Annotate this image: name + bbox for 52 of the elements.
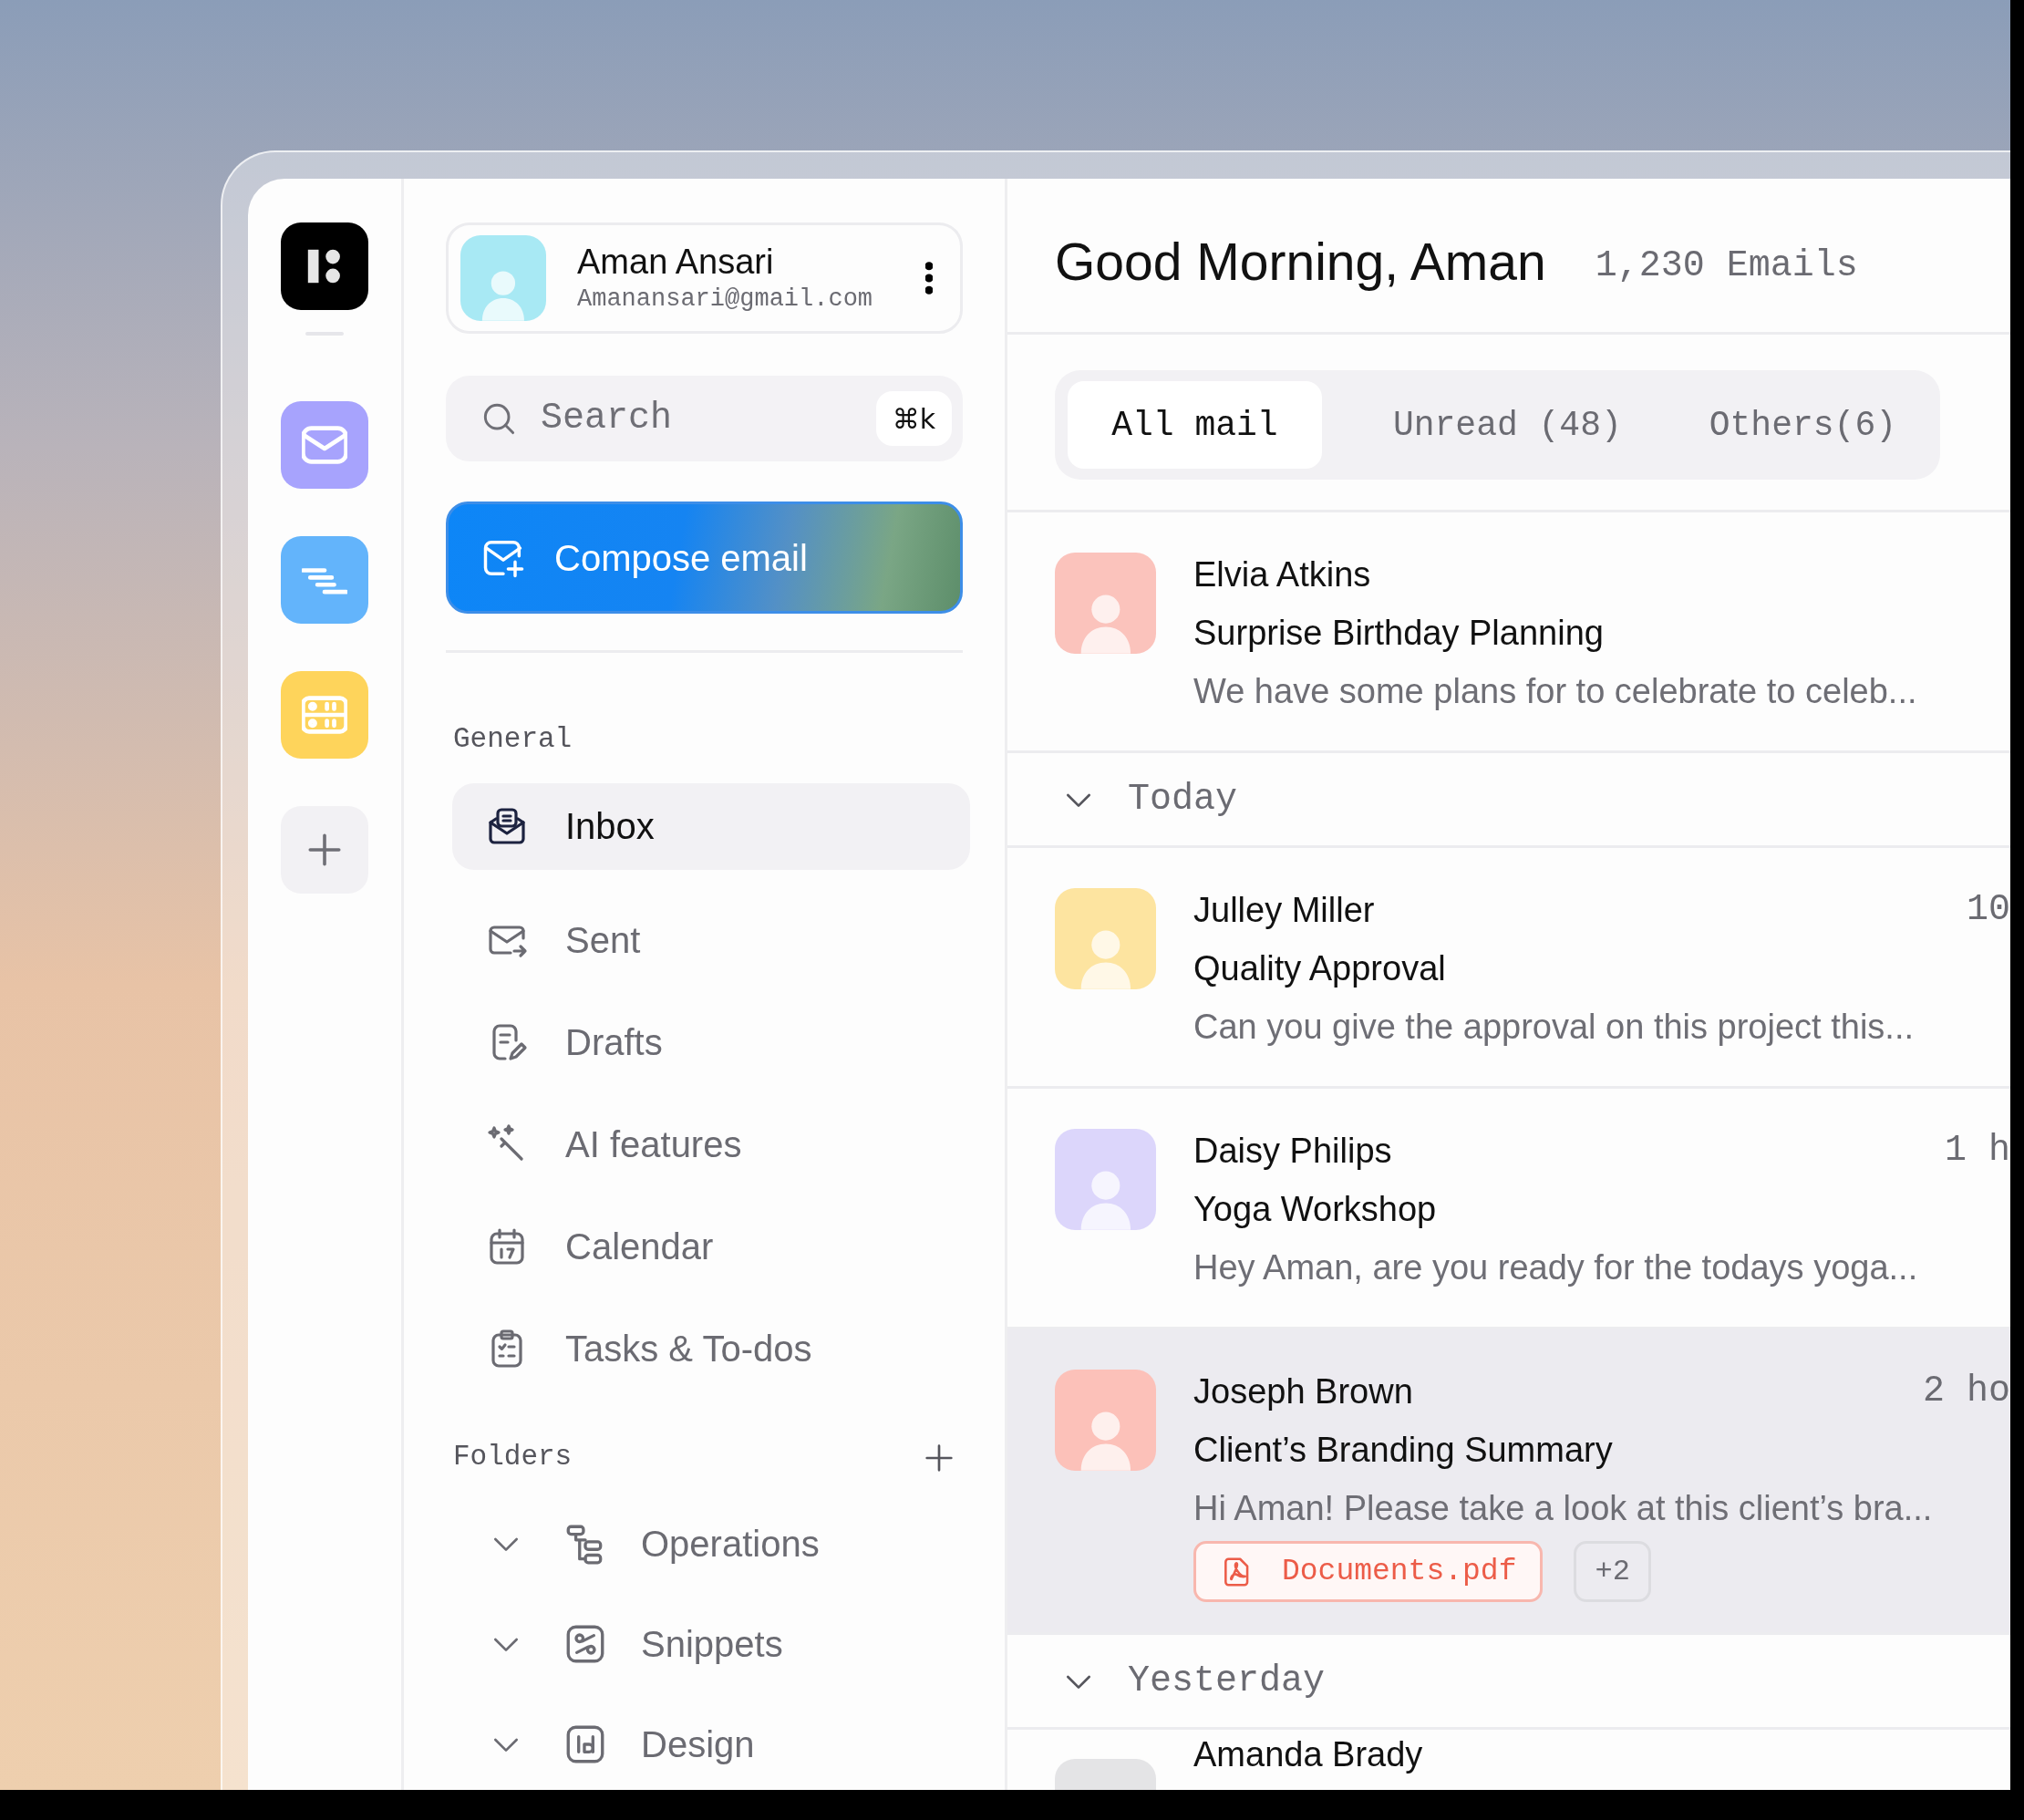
section-label: General <box>453 722 573 757</box>
section-title: Today <box>1128 777 1238 822</box>
lines-app-button[interactable] <box>281 536 368 624</box>
sender-name: Elvia Atkins <box>1193 557 1371 592</box>
nav-item[interactable]: Tasks & To-dos <box>452 1305 970 1392</box>
add-app-button[interactable] <box>281 806 368 894</box>
mail-app-button[interactable] <box>281 401 368 489</box>
profile-card[interactable]: Aman Ansari Amanansari@gmail.com <box>446 222 963 334</box>
plus-icon <box>308 833 341 866</box>
more-options-icon <box>925 262 933 295</box>
search-bar[interactable]: Search ⌘k <box>446 376 963 461</box>
shortcut-key: ⌘k <box>875 391 952 446</box>
more-attachments-chip[interactable]: +2 <box>1574 1541 1651 1602</box>
email-subject: Yoga Workshop <box>1193 1189 1438 1230</box>
tab[interactable]: All mail <box>1068 381 1322 469</box>
sender-name: Daisy Philips <box>1193 1133 1392 1168</box>
section-title: Yesterday <box>1128 1659 1326 1703</box>
email-time: 1 h <box>1945 1129 2010 1173</box>
folder-item[interactable]: Snippets <box>446 1599 963 1688</box>
email-row[interactable]: Joseph Brown 2 ho Client’s Branding Summary Hi Aman! Please take a look at this client’s bra... Documents.pdf +2 <box>1007 1329 2010 1635</box>
user-name: Aman Ansari <box>577 242 775 283</box>
nav-item[interactable]: Drafts <box>452 998 970 1086</box>
email-preview: We have some plans for to celebrate to celeb... <box>1193 671 1918 712</box>
email-time: 2 ho <box>1923 1370 2010 1413</box>
nav-item[interactable]: Calendar <box>452 1203 970 1290</box>
email-subject: Quality Approval <box>1193 948 1447 989</box>
email-subject: Client’s Branding Summary <box>1193 1430 1614 1471</box>
section-label: Folders <box>453 1440 573 1475</box>
sender-name: Amanda Brady <box>1193 1737 1423 1772</box>
compose-email-button[interactable]: Compose email <box>446 502 963 614</box>
email-time: 10 <box>1967 888 2010 932</box>
email-preview: Can you give the approval on this project this... <box>1193 1007 1915 1048</box>
email-preview: Hey Aman, are you ready for the todays yoga... <box>1193 1247 1919 1288</box>
folder-item[interactable]: Design <box>446 1700 963 1788</box>
server-icon <box>302 696 347 734</box>
user-email: Amanansari@gmail.com <box>577 284 874 315</box>
email-preview: Hi Aman! Please take a look at this client’s bra... <box>1193 1488 1934 1529</box>
nav-item[interactable]: AI features <box>452 1101 970 1188</box>
email-count: 1,230 Emails <box>1595 244 1858 288</box>
envelope-icon <box>302 426 347 464</box>
sender-name: Joseph Brown <box>1193 1374 1413 1409</box>
tab[interactable]: Others(6) <box>1678 381 1927 469</box>
app-logo[interactable] <box>281 222 368 310</box>
attachment-chip[interactable]: Documents.pdf <box>1193 1541 1544 1602</box>
email-subject: Surprise Birthday Planning <box>1193 613 1605 654</box>
search-field[interactable]: Search <box>541 391 876 446</box>
page-title: Good Morning, Aman <box>1055 232 1546 294</box>
nav-item[interactable]: Sent <box>452 896 970 984</box>
tab[interactable]: Unread (48) <box>1361 381 1653 469</box>
folder-item[interactable]: Operations <box>446 1499 963 1587</box>
sender-name: Julley Miller <box>1193 893 1375 927</box>
nav-item[interactable]: Inbox <box>452 782 970 870</box>
